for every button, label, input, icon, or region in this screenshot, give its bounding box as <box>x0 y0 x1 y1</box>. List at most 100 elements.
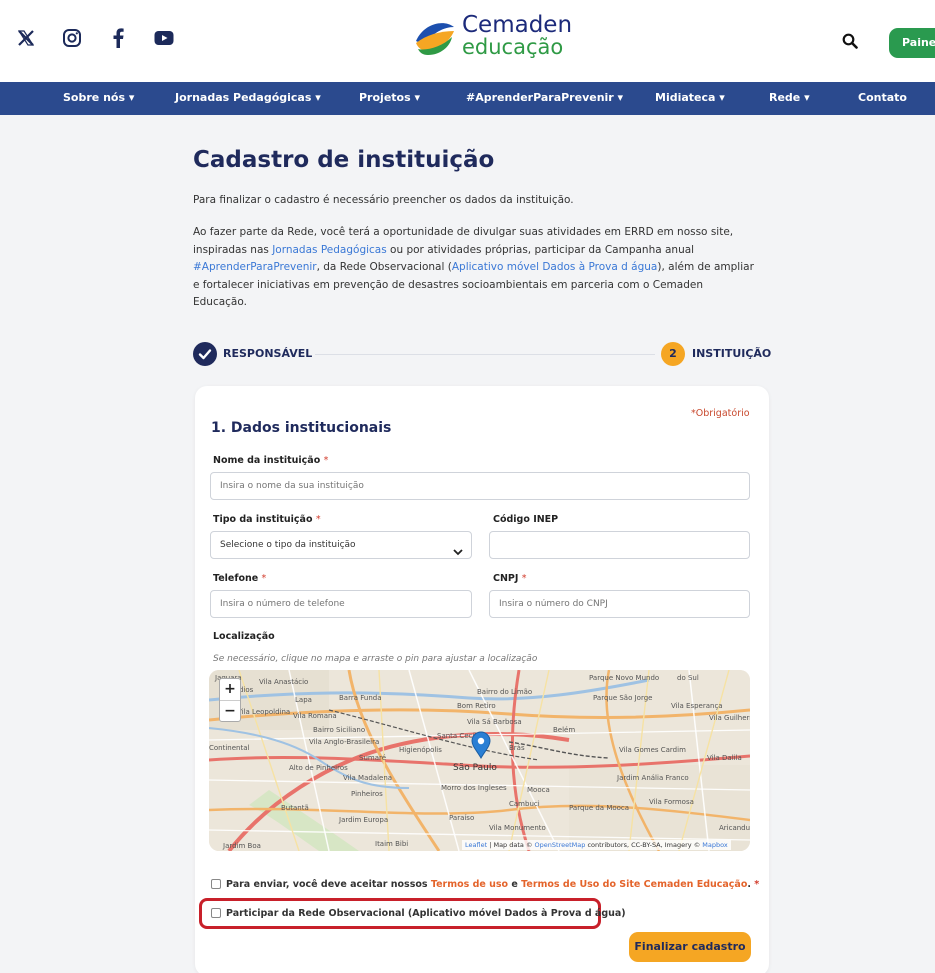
step1-label[interactable]: RESPONSÁVEL <box>223 347 312 360</box>
mapbox-link[interactable]: Mapbox <box>702 841 727 849</box>
map-place-label: Morro dos Ingleses <box>441 784 507 792</box>
map-place-label: Parque São Jorge <box>593 694 652 702</box>
cnpj-input[interactable] <box>489 590 750 618</box>
aplicativo-link[interactable]: Aplicativo móvel Dados à Prova d água <box>452 261 658 273</box>
observacional-checkbox[interactable] <box>211 908 221 918</box>
nav-item-midiateca[interactable]: Midiateca ▾ <box>655 91 725 104</box>
zoom-in-button[interactable]: + <box>220 679 240 700</box>
nav-item-contato[interactable]: Contato <box>858 91 907 104</box>
map-place-label: Vila Anastácio <box>259 678 308 686</box>
map-place-label: Vila Guilherme <box>709 714 750 722</box>
youtube-icon[interactable] <box>152 26 176 50</box>
localizacao-label: Localização <box>213 631 275 642</box>
terms-checkbox[interactable] <box>211 879 221 889</box>
logo-text: Cemaden educação <box>462 12 573 59</box>
map-place-label: Jardim Europa <box>338 816 388 824</box>
observacional-label: Participar da Rede Observacional (Aplica… <box>226 908 626 919</box>
map-place-label: Continental <box>209 744 250 752</box>
map-place-label: Vila Esperança <box>671 702 723 710</box>
localizacao-hint: Se necessário, clique no mapa e arraste … <box>213 654 538 664</box>
map-place-label: Butantã <box>281 804 309 812</box>
required-asterisk: * <box>521 573 527 584</box>
codigo-inep-input[interactable] <box>489 531 750 559</box>
nav-item-aprender-para-prevenir[interactable]: #AprenderParaPrevenir ▾ <box>466 91 623 104</box>
facebook-icon[interactable] <box>106 26 130 50</box>
logo-mark-icon <box>414 15 456 57</box>
finalizar-cadastro-button[interactable]: Finalizar cadastro <box>629 932 751 962</box>
map-place-label: Parque da Mooca <box>569 804 629 812</box>
telefone-input[interactable] <box>210 590 472 618</box>
map-place-label: Vila Leopoldina <box>237 708 290 716</box>
map-place-label: Cambuci <box>509 800 540 808</box>
map-place-label: Higienópolis <box>399 746 442 754</box>
map-place-label: Itaim Bibi <box>375 840 408 848</box>
step2-label: INSTITUIÇÃO <box>692 347 772 360</box>
termos-de-uso-link[interactable]: Termos de uso <box>431 879 508 890</box>
map-pin-icon[interactable] <box>471 731 491 760</box>
nav-item-rede[interactable]: Rede ▾ <box>769 91 810 104</box>
map-place-label: Vila Monumento <box>489 824 546 832</box>
location-map[interactable]: Jaguara Vila Anastácio Barra Funda Bairr… <box>209 670 750 851</box>
tipo-instituicao-select[interactable]: Selecione o tipo da instituição <box>210 531 472 559</box>
map-place-label: Belém <box>553 726 575 734</box>
map-place-label: Vila Madalena <box>343 774 392 782</box>
nome-instituicao-input[interactable] <box>210 472 750 500</box>
intro-text-b: ou por atividades próprias, participar d… <box>386 243 695 256</box>
nav-item-sobre-nos[interactable]: Sobre nós ▾ <box>63 91 134 104</box>
page-title: Cadastro de instituição <box>193 147 495 173</box>
logo-line1: Cemaden <box>462 12 573 38</box>
map-place-label: Vila Romana <box>293 712 337 720</box>
cemaden-logo[interactable]: Cemaden educação <box>414 14 572 58</box>
section-title: 1. Dados institucionais <box>211 420 392 436</box>
zoom-out-button[interactable]: − <box>220 700 240 721</box>
telefone-label: Telefone * <box>213 573 266 584</box>
intro-text-c: , da Rede Observacional ( <box>316 261 452 273</box>
map-place-label: Aricanduva <box>719 824 750 832</box>
map-place-label: Paraíso <box>449 814 474 822</box>
social-links <box>14 26 176 50</box>
search-icon[interactable] <box>842 33 858 49</box>
instagram-icon[interactable] <box>60 26 84 50</box>
map-place-label: São Paulo <box>453 763 497 773</box>
leaflet-link[interactable]: Leaflet <box>465 841 487 849</box>
map-place-label: Bairro Siciliano <box>313 726 365 734</box>
osm-link[interactable]: OpenStreetMap <box>535 841 586 849</box>
main-nav: Sobre nós ▾ Jornadas Pedagógicas ▾ Proje… <box>0 82 935 115</box>
tipo-label-text: Tipo da instituição <box>213 514 313 525</box>
map-place-label: Sumaré <box>359 754 386 762</box>
painel-button[interactable]: Painel <box>889 28 935 58</box>
map-place-label: Vila Sá Barbosa <box>467 718 522 726</box>
step2-number: 2 <box>661 342 685 366</box>
cnpj-label-text: CNPJ <box>493 573 519 584</box>
terms-text-a: Para enviar, você deve aceitar nossos <box>226 879 431 890</box>
map-place-label: Alto de Pinheiros <box>289 764 348 772</box>
map-place-label: Barra Funda <box>339 694 382 702</box>
required-asterisk: * <box>261 573 267 584</box>
required-note: *Obrigatório <box>691 408 750 419</box>
required-asterisk: * <box>754 879 760 890</box>
cnpj-label: CNPJ * <box>493 573 526 584</box>
termos-site-link[interactable]: Termos de Uso do Site Cemaden Educação <box>521 879 747 890</box>
chevron-down-icon <box>453 541 463 556</box>
map-place-label: Jardim Anália Franco <box>616 774 689 782</box>
aprender-link[interactable]: #AprenderParaPrevenir <box>193 261 317 273</box>
map-place-label: Vila Dalila <box>707 754 742 762</box>
telefone-label-text: Telefone <box>213 573 259 584</box>
x-icon[interactable] <box>14 26 38 50</box>
tipo-selected-value: Selecione o tipo da instituição <box>220 540 356 550</box>
jornadas-link[interactable]: Jornadas Pedagógicas <box>272 244 387 256</box>
map-place-label: Vila Formosa <box>649 798 694 806</box>
map-place-label: Vila Gomes Cardim <box>619 746 686 754</box>
map-tiles: Jaguara Vila Anastácio Barra Funda Bairr… <box>209 670 750 851</box>
stepper-divider <box>315 354 655 355</box>
nav-item-projetos[interactable]: Projetos ▾ <box>359 91 420 104</box>
intro-paragraph-1: Para finalizar o cadastro é necessário p… <box>193 194 574 206</box>
map-place-label: Vila Anglo-Brasileira <box>309 738 379 746</box>
map-place-label: do Sul <box>677 674 699 682</box>
top-header: Cemaden educação Painel <box>0 0 935 82</box>
map-zoom-control: + − <box>219 678 241 722</box>
required-asterisk: * <box>315 514 321 525</box>
intro-paragraph-2: Ao fazer parte da Rede, você terá a opor… <box>193 224 758 312</box>
nav-item-jornadas-pedagogicas[interactable]: Jornadas Pedagógicas ▾ <box>175 91 321 104</box>
map-place-label: Parque Novo Mundo <box>589 674 659 682</box>
